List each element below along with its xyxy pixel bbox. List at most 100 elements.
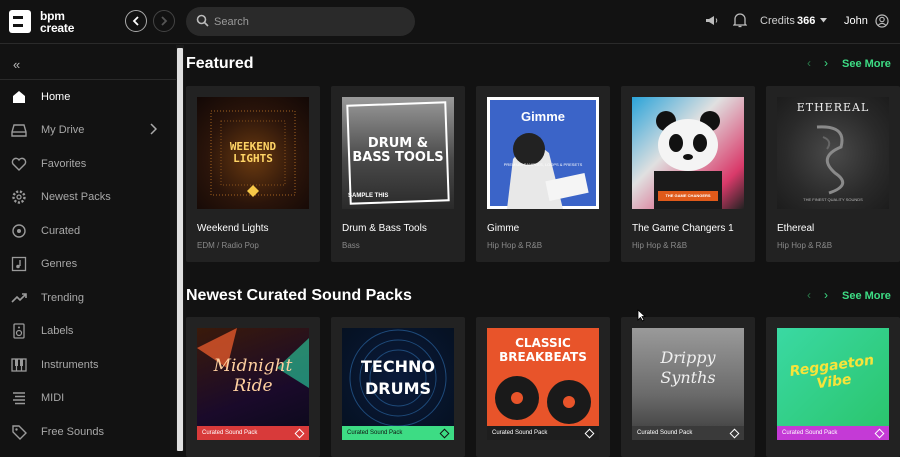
announcement-icon[interactable] bbox=[705, 14, 718, 27]
curated-pack-band: Curated Sound Pack bbox=[487, 426, 599, 440]
pack-card[interactable]: Reggaeton Vibe Curated Sound Pack bbox=[766, 317, 900, 457]
chevron-right-icon bbox=[161, 16, 168, 26]
collapse-sidebar-icon[interactable]: « bbox=[13, 57, 20, 72]
mouse-cursor-icon bbox=[637, 309, 646, 322]
pack-card[interactable]: TECHNO DRUMS Curated Sound Pack bbox=[331, 317, 465, 457]
chevron-right-icon[interactable] bbox=[150, 123, 157, 135]
featured-section-title: Featured bbox=[186, 55, 254, 72]
sidebar-item-label: Home bbox=[41, 91, 71, 103]
pack-card[interactable]: ETHEREAL THE FINEST QUALITY SOUNDS Ether… bbox=[766, 86, 900, 262]
pack-card[interactable]: Drippy Synths Curated Sound Pack bbox=[621, 317, 755, 457]
pack-card[interactable]: Gimme PREMIUM SAMPLES, LOOPS & PRESETS G… bbox=[476, 86, 610, 262]
pack-title[interactable]: The Game Changers 1 bbox=[632, 223, 734, 234]
sidebar-item-label: Favorites bbox=[41, 158, 87, 170]
pack-title[interactable]: Weekend Lights bbox=[197, 223, 269, 234]
sidebar-item-labels[interactable]: Labels bbox=[0, 317, 176, 347]
sidebar-item-my-drive[interactable]: My Drive bbox=[0, 116, 176, 146]
art-title-text: THE GAME CHANGERS bbox=[665, 193, 711, 198]
sidebar-item-genres[interactable]: Genres bbox=[0, 250, 176, 280]
curated-pack-band: Curated Sound Pack bbox=[632, 426, 744, 440]
gimme-art bbox=[507, 133, 589, 209]
newest-next-button[interactable]: › bbox=[824, 288, 828, 302]
pack-artwork[interactable]: CLASSIC BREAKBEATS Curated Sound Pack bbox=[487, 328, 599, 440]
search-input[interactable] bbox=[214, 13, 404, 30]
sidebar-divider bbox=[0, 79, 176, 80]
pack-card[interactable]: CLASSIC BREAKBEATS Curated Sound Pack bbox=[476, 317, 610, 457]
pack-artwork[interactable]: TECHNO DRUMS Curated Sound Pack bbox=[342, 328, 454, 440]
pack-artwork[interactable]: DRUM & BASS TOOLS SAMPLE THIS bbox=[342, 97, 454, 209]
newest-prev-button[interactable]: ‹ bbox=[807, 288, 811, 302]
tag-icon bbox=[12, 425, 27, 440]
art-title-text: CLASSIC BREAKBEATS bbox=[499, 336, 587, 364]
user-name[interactable]: John bbox=[844, 15, 868, 27]
trending-icon bbox=[11, 293, 27, 303]
sidebar-item-favorites[interactable]: Favorites bbox=[0, 150, 176, 180]
midi-icon bbox=[13, 392, 25, 405]
sidebar-item-home[interactable]: Home bbox=[0, 83, 176, 113]
newest-see-more-link[interactable]: See More bbox=[842, 290, 891, 302]
pack-card[interactable]: Midnight Ride Curated Sound Pack bbox=[186, 317, 320, 457]
featured-next-button[interactable]: › bbox=[824, 56, 828, 70]
sidebar-scrollbar[interactable] bbox=[176, 45, 184, 451]
piano-icon bbox=[11, 358, 27, 372]
pack-title[interactable]: Gimme bbox=[487, 223, 519, 234]
art-title-text: Drippy Synths bbox=[660, 348, 716, 387]
sidebar-item-newest-packs[interactable]: Newest Packs bbox=[0, 183, 176, 213]
sidebar-item-label: My Drive bbox=[41, 124, 85, 136]
pack-card[interactable]: WEEKEND LIGHTS Weekend Lights EDM / Radi… bbox=[186, 86, 320, 262]
chevron-down-icon[interactable] bbox=[820, 18, 827, 23]
pack-card[interactable]: THE GAME CHANGERS The Game Changers 1 Hi… bbox=[621, 86, 755, 262]
featured-prev-button[interactable]: ‹ bbox=[807, 56, 811, 70]
target-icon bbox=[12, 224, 26, 238]
pack-artwork[interactable]: ETHEREAL THE FINEST QUALITY SOUNDS bbox=[777, 97, 889, 209]
pack-artwork[interactable]: Drippy Synths Curated Sound Pack bbox=[632, 328, 744, 440]
sidebar-item-label: Instruments bbox=[41, 359, 99, 371]
newest-section-title: Newest Curated Sound Packs bbox=[186, 287, 412, 304]
pack-title[interactable]: Ethereal bbox=[777, 223, 814, 234]
brand-name[interactable]: bpm create bbox=[40, 10, 74, 34]
sidebar-item-instruments[interactable]: Instruments bbox=[0, 351, 176, 381]
diamond-icon bbox=[729, 428, 740, 439]
chevron-left-icon bbox=[132, 16, 139, 26]
pack-genre[interactable]: Hip Hop & R&B bbox=[777, 241, 832, 250]
sidebar-item-curated[interactable]: Curated bbox=[0, 217, 176, 247]
pack-artwork[interactable]: Reggaeton Vibe Curated Sound Pack bbox=[777, 328, 889, 440]
sidebar-item-midi[interactable]: MIDI bbox=[0, 384, 176, 414]
sidebar-item-label: Free Sounds bbox=[41, 426, 104, 438]
art-title-text: WEEKEND LIGHTS bbox=[229, 140, 277, 165]
speaker-icon bbox=[13, 323, 25, 339]
art-title-text: Midnight Ride bbox=[213, 356, 293, 396]
search-bar[interactable] bbox=[186, 7, 415, 36]
curated-pack-band: Curated Sound Pack bbox=[342, 426, 454, 440]
bpm-logo-icon[interactable] bbox=[9, 10, 31, 33]
scrollbar-thumb[interactable] bbox=[177, 48, 183, 451]
sidebar-item-label: Trending bbox=[41, 292, 85, 304]
featured-see-more-link[interactable]: See More bbox=[842, 58, 891, 70]
diamond-icon bbox=[294, 428, 305, 439]
art-subtitle-text: PREMIUM SAMPLES, LOOPS & PRESETS bbox=[503, 162, 583, 167]
pack-genre[interactable]: Hip Hop & R&B bbox=[487, 241, 542, 250]
pack-artwork[interactable]: WEEKEND LIGHTS bbox=[197, 97, 309, 209]
art-title-text: Reggaeton Vibe bbox=[788, 352, 876, 393]
pack-artwork[interactable]: Midnight Ride Curated Sound Pack bbox=[197, 328, 309, 440]
pack-title[interactable]: Drum & Bass Tools bbox=[342, 223, 427, 234]
credits-value[interactable]: 366 bbox=[797, 15, 815, 27]
pack-genre[interactable]: EDM / Radio Pop bbox=[197, 241, 259, 250]
pack-artwork[interactable]: Gimme PREMIUM SAMPLES, LOOPS & PRESETS bbox=[487, 97, 599, 209]
art-subtitle-text: SAMPLE THIS bbox=[348, 193, 389, 199]
music-note-icon bbox=[11, 256, 27, 272]
forward-button[interactable] bbox=[153, 10, 175, 32]
user-avatar-icon[interactable] bbox=[875, 14, 889, 28]
bell-icon[interactable] bbox=[733, 12, 747, 28]
curated-pack-band: Curated Sound Pack bbox=[777, 426, 889, 440]
pack-genre[interactable]: Bass bbox=[342, 241, 360, 250]
sidebar-item-trending[interactable]: Trending bbox=[0, 284, 176, 314]
art-title-text: DRUM & BASS TOOLS bbox=[352, 136, 444, 165]
sidebar-item-free-sounds[interactable]: Free Sounds bbox=[0, 418, 176, 448]
gear-icon bbox=[12, 190, 26, 204]
pack-genre[interactable]: Hip Hop & R&B bbox=[632, 241, 687, 250]
pack-artwork[interactable]: THE GAME CHANGERS bbox=[632, 97, 744, 209]
diamond-icon bbox=[439, 428, 450, 439]
pack-card[interactable]: DRUM & BASS TOOLS SAMPLE THIS Drum & Bas… bbox=[331, 86, 465, 262]
back-button[interactable] bbox=[125, 10, 147, 32]
